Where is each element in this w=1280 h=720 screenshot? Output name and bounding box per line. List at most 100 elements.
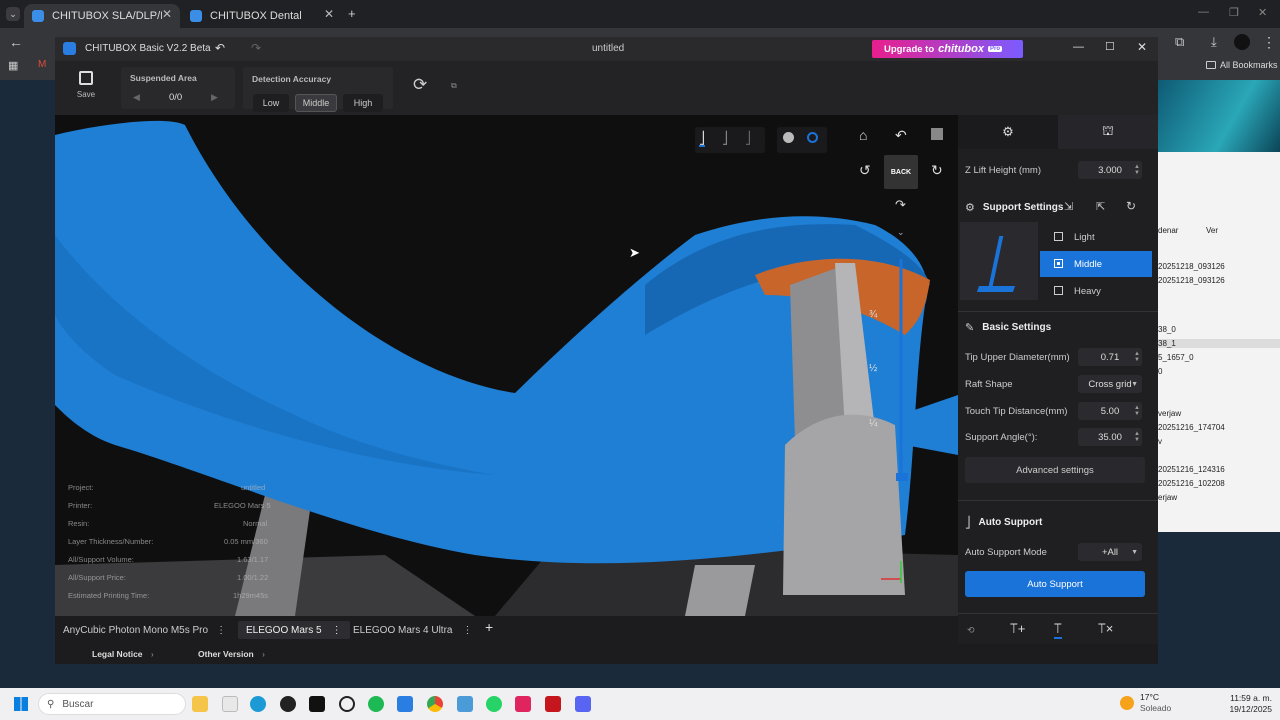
download-icon[interactable]: ⤓ — [1211, 34, 1217, 50]
list-item[interactable]: 20251216_124316 — [1158, 465, 1225, 474]
more-options-icon[interactable]: ⋮ — [462, 625, 472, 636]
preset-heavy-option[interactable]: Heavy — [1040, 279, 1152, 303]
back-arrow-icon[interactable]: ← — [9, 34, 23, 50]
list-item[interactable]: 20251218_093126 — [1158, 276, 1225, 285]
chrome-icon[interactable] — [427, 696, 443, 712]
support-angle-input[interactable]: 35.00 ▲ ▼ — [1078, 428, 1142, 446]
list-item[interactable]: 38_0 — [1158, 325, 1176, 334]
undo-icon[interactable]: ↶ — [215, 41, 225, 55]
auto-support-mode-select[interactable]: +All ▼ — [1078, 543, 1142, 561]
add-support-icon[interactable]: ⟙+ — [1010, 621, 1025, 637]
maximize-icon[interactable]: ☐ — [1105, 40, 1115, 53]
notepad-icon[interactable] — [222, 696, 238, 712]
preset-light-checkbox[interactable] — [1054, 232, 1063, 241]
z-lift-height-input[interactable]: 3.000 ▲ ▼ — [1078, 161, 1142, 179]
gmail-bookmark-icon[interactable]: M — [38, 59, 46, 70]
panel-tab-settings[interactable]: ⚙ — [958, 115, 1058, 149]
next-arrow-icon[interactable]: ▶ — [211, 92, 218, 103]
tip-upper-diameter-input[interactable]: 0.71 ▲ ▼ — [1078, 348, 1142, 366]
3d-viewport[interactable]: ➤ ¾ ½ ¼ ⎦ ⎦ ⎦ ⌂ ↶ ↺ BACK ↻ ↷ ⌄ Project: … — [55, 115, 958, 616]
back-view-button[interactable]: BACK — [884, 155, 918, 189]
support-view-icon-1[interactable]: ⎦ — [699, 131, 705, 147]
detection-high-button[interactable]: High — [343, 94, 383, 112]
close-tab-icon[interactable]: ✕ — [162, 7, 172, 21]
add-printer-button[interactable]: + — [485, 619, 493, 635]
minimize-icon[interactable]: — — [1073, 41, 1084, 53]
list-item[interactable]: 38_1 — [1158, 339, 1280, 348]
printer-tab[interactable]: AnyCubic Photon Mono M5s Pro ⋮ — [63, 621, 226, 639]
extensions-icon[interactable]: ⧉ — [1175, 34, 1184, 50]
apps-grid-icon[interactable]: ▦ — [8, 59, 18, 72]
rotate-cw-view-icon[interactable]: ↻ — [931, 162, 943, 179]
panel-tab-supports[interactable]: ⛫ — [1058, 115, 1158, 149]
stepper-icon[interactable]: ▲ ▼ — [1134, 164, 1140, 176]
legal-notice-link[interactable]: Legal Notice › — [92, 649, 154, 659]
stepper-icon[interactable]: ▲ ▼ — [1134, 431, 1140, 443]
window-minimize-icon[interactable]: — — [1198, 6, 1209, 18]
prev-arrow-icon[interactable]: ◀ — [133, 92, 140, 103]
advanced-settings-button[interactable]: Advanced settings — [965, 457, 1145, 483]
support-view-icon-2[interactable]: ⎦ — [722, 131, 728, 145]
preset-light-option[interactable]: Light — [1040, 225, 1152, 249]
all-bookmarks-label[interactable]: All Bookmarks — [1220, 60, 1278, 70]
export-icon[interactable]: ⇱ — [1096, 200, 1105, 213]
spotify-icon[interactable] — [368, 696, 384, 712]
clock[interactable]: 11:59 a. m. 19/12/2025 — [1222, 693, 1272, 715]
acrobat-icon[interactable] — [545, 696, 561, 712]
list-item[interactable]: verjaw — [1158, 409, 1181, 418]
list-item[interactable]: v — [1158, 437, 1162, 446]
messaging-app-icon[interactable] — [575, 696, 591, 712]
chatgpt-icon[interactable] — [280, 696, 296, 712]
auto-support-button[interactable]: Auto Support — [965, 571, 1145, 597]
profile-avatar[interactable] — [1234, 34, 1250, 50]
raft-shape-select[interactable]: Cross grid ▼ — [1078, 375, 1142, 393]
upgrade-button[interactable]: Upgrade to chitubox Pro — [872, 40, 1023, 58]
rotate-ccw-view-icon[interactable]: ↺ — [859, 162, 871, 179]
search-app-icon[interactable] — [339, 696, 355, 712]
import-icon[interactable]: ⇲ — [1064, 200, 1073, 213]
rotate-left-view-icon[interactable]: ↶ — [895, 127, 907, 144]
pen-tool-icon[interactable] — [457, 696, 473, 712]
new-tab-button[interactable]: + — [348, 6, 356, 21]
list-item[interactable]: 20251218_093126 — [1158, 262, 1225, 271]
detection-low-button[interactable]: Low — [253, 94, 289, 112]
weather-widget[interactable]: 17°C Soleado — [1120, 692, 1171, 714]
refresh-detection-icon[interactable]: ⟳ — [413, 75, 427, 95]
capcut-icon[interactable] — [309, 696, 325, 712]
other-version-link[interactable]: Other Version › — [198, 649, 265, 659]
home-view-icon[interactable]: ⌂ — [859, 127, 867, 143]
expand-toolbar-icon[interactable]: ⧉ — [451, 81, 457, 91]
printer-tab[interactable]: ELEGOO Mars 4 Ultra ⋮ — [353, 621, 472, 639]
preset-middle-checkbox[interactable] — [1054, 259, 1063, 268]
collapse-panel-icon[interactable]: ⟲ — [967, 625, 975, 636]
stepper-icon[interactable]: ▲ ▼ — [1134, 405, 1140, 417]
chitubox-taskbar-icon[interactable] — [397, 696, 413, 712]
xray-sphere-icon[interactable] — [807, 132, 818, 143]
solid-sphere-icon[interactable] — [783, 132, 794, 143]
more-options-icon[interactable]: ⋮ — [216, 625, 226, 636]
delete-support-icon[interactable]: ⟙× — [1098, 621, 1113, 637]
support-view-icon-3[interactable]: ⎦ — [745, 131, 751, 145]
save-button[interactable]: Save — [75, 71, 97, 99]
tab-search-icon[interactable]: ⌄ — [6, 7, 20, 21]
whatsapp-icon[interactable] — [486, 696, 502, 712]
reset-icon[interactable]: ↻ — [1126, 199, 1136, 213]
redo-icon[interactable]: ↷ — [251, 41, 261, 55]
edit-support-icon[interactable]: ⟙ — [1054, 621, 1062, 639]
window-close-icon[interactable]: ✕ — [1258, 6, 1267, 19]
detection-middle-button[interactable]: Middle — [295, 94, 337, 112]
close-icon[interactable]: ✕ — [1137, 40, 1147, 54]
list-item[interactable]: erjaw — [1158, 493, 1177, 502]
tiktok-icon[interactable] — [515, 696, 531, 712]
more-options-icon[interactable]: ⋮ — [332, 625, 342, 636]
file-explorer-icon[interactable] — [192, 696, 208, 712]
browser-tab-chitubox-sla[interactable]: CHITUBOX SLA/DLP/LCD 3D Sli ✕ — [24, 4, 180, 28]
windows-start-icon[interactable] — [14, 697, 28, 711]
window-restore-icon[interactable]: ❐ — [1229, 6, 1239, 19]
browser-tab-chitubox-dental[interactable]: CHITUBOX Dental ✕ — [182, 4, 342, 28]
more-menu-icon[interactable]: ⋮ — [1262, 34, 1276, 51]
rotate-down-view-icon[interactable]: ↷ — [895, 197, 906, 213]
list-item[interactable]: 20251216_174704 — [1158, 423, 1225, 432]
printer-tab-active[interactable]: ELEGOO Mars 5 ⋮ — [238, 621, 350, 639]
list-item[interactable]: 0 — [1158, 367, 1162, 376]
